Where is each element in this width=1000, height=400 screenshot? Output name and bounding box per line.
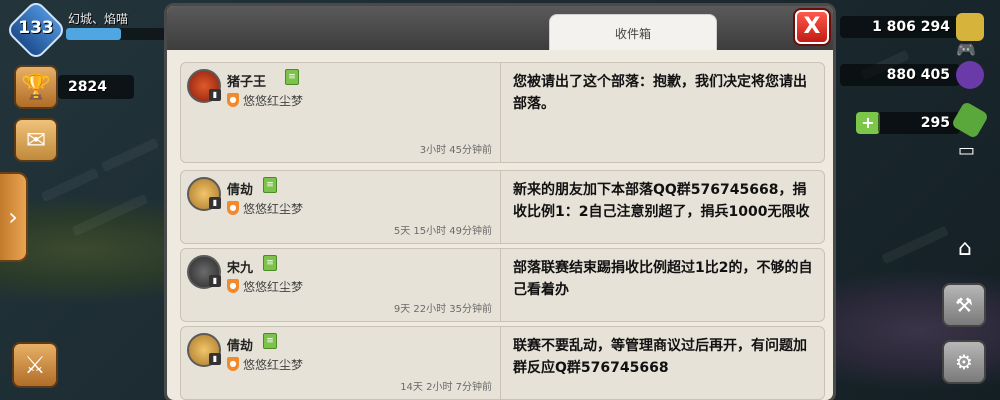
clan-name: 悠悠红尘梦 bbox=[243, 202, 304, 216]
sender-name: 猪子王 bbox=[227, 75, 267, 90]
elixir-icon bbox=[956, 61, 984, 89]
xp-bar bbox=[66, 28, 166, 40]
trophy-count: 2824 bbox=[58, 75, 134, 99]
level-number: 133 bbox=[18, 18, 54, 38]
clan-shield-icon: ● bbox=[227, 93, 239, 107]
badge-level-icon: ▮ bbox=[209, 197, 221, 209]
message-time: 9天 22小时 35分钟前 bbox=[393, 304, 492, 315]
message-sender-area: ▮ 倩劫 ≡ ● 悠悠红尘梦 14天 2小时 7分钟前 bbox=[181, 327, 501, 399]
shop-button[interactable]: ⚒ bbox=[942, 283, 986, 327]
list-item[interactable]: ▮ 猪子王 ≡ ● 悠悠红尘梦 3小时 45分钟前 您被请出了这个部落：抱歉，我… bbox=[180, 62, 825, 163]
buy-gems-button[interactable]: + bbox=[856, 112, 880, 134]
badge-level-icon: ▮ bbox=[209, 275, 221, 287]
message-text: 部落联赛结束踢捐收比例超过1比2的，不够的自己看着办 bbox=[513, 260, 813, 298]
document-icon: ≡ bbox=[263, 255, 277, 271]
panel-header bbox=[167, 6, 833, 50]
message-sender-area: ▮ 猪子王 ≡ ● 悠悠红尘梦 3小时 45分钟前 bbox=[181, 63, 501, 162]
recent-apps-icon[interactable]: ▭ bbox=[958, 140, 975, 161]
tab-inbox[interactable]: 收件箱 bbox=[549, 14, 717, 50]
message-text: 您被请出了这个部落：抱歉，我们决定将您请出部落。 bbox=[513, 74, 807, 112]
clan-shield-icon: ● bbox=[227, 201, 239, 215]
home-icon[interactable]: ⌂ bbox=[958, 236, 972, 261]
clan-name: 悠悠红尘梦 bbox=[243, 94, 304, 108]
elixir-amount: 880 405 bbox=[840, 64, 960, 86]
gold-icon bbox=[956, 13, 984, 41]
message-time: 3小时 45分钟前 bbox=[419, 145, 492, 156]
list-item[interactable]: ▮ 倩劫 ≡ ● 悠悠红尘梦 5天 15小时 49分钟前 新来的朋友加下本部落Q… bbox=[180, 170, 825, 244]
document-icon: ≡ bbox=[285, 69, 299, 85]
clan-shield-icon: ● bbox=[227, 357, 239, 371]
clan-shield-icon: ● bbox=[227, 279, 239, 293]
list-item[interactable]: ▮ 倩劫 ≡ ● 悠悠红尘梦 14天 2小时 7分钟前 联赛不要乱动，等管理商议… bbox=[180, 326, 825, 400]
message-time: 5天 15小时 49分钟前 bbox=[393, 226, 492, 237]
message-text: 联赛不要乱动，等管理商议过后再开，有问题加群反应Q群576745668 bbox=[513, 338, 807, 376]
sender-name: 倩劫 bbox=[227, 339, 254, 354]
gamepad-icon[interactable]: 🎮 bbox=[956, 40, 976, 59]
sender-name: 倩劫 bbox=[227, 183, 254, 198]
expand-chevron-icon[interactable]: › bbox=[0, 172, 28, 262]
message-text: 新来的朋友加下本部落QQ群576745668，捐收比例1：2自己注意别超了，捐兵… bbox=[513, 182, 810, 220]
mail-icon[interactable]: ✉ bbox=[14, 118, 58, 162]
document-icon: ≡ bbox=[263, 177, 277, 193]
list-item[interactable]: ▮ 宋九 ≡ ● 悠悠红尘梦 9天 22小时 35分钟前 部落联赛结束踢捐收比例… bbox=[180, 248, 825, 322]
sender-name: 宋九 bbox=[227, 261, 254, 276]
badge-level-icon: ▮ bbox=[209, 353, 221, 365]
close-button[interactable]: X bbox=[795, 10, 829, 44]
clan-name: 悠悠红尘梦 bbox=[243, 280, 304, 294]
gem-amount: 295 bbox=[878, 112, 960, 134]
message-time: 14天 2小时 7分钟前 bbox=[400, 382, 492, 393]
trophy-icon[interactable]: 🏆 bbox=[14, 65, 58, 109]
mailbox-panel: 收件箱 X ▮ 猪子王 ≡ ● 悠悠红尘梦 3小时 45分钟前 您被请出了这个部… bbox=[164, 3, 836, 400]
attack-button[interactable]: ⚔ bbox=[12, 342, 58, 388]
document-icon: ≡ bbox=[263, 333, 277, 349]
gold-amount: 1 806 294 bbox=[840, 16, 960, 38]
message-sender-area: ▮ 宋九 ≡ ● 悠悠红尘梦 9天 22小时 35分钟前 bbox=[181, 249, 501, 321]
player-name: 幻城、焰喵 bbox=[68, 12, 129, 26]
settings-button[interactable]: ⚙ bbox=[942, 340, 986, 384]
message-sender-area: ▮ 倩劫 ≡ ● 悠悠红尘梦 5天 15小时 49分钟前 bbox=[181, 171, 501, 243]
badge-level-icon: ▮ bbox=[209, 89, 221, 101]
clan-name: 悠悠红尘梦 bbox=[243, 358, 304, 372]
